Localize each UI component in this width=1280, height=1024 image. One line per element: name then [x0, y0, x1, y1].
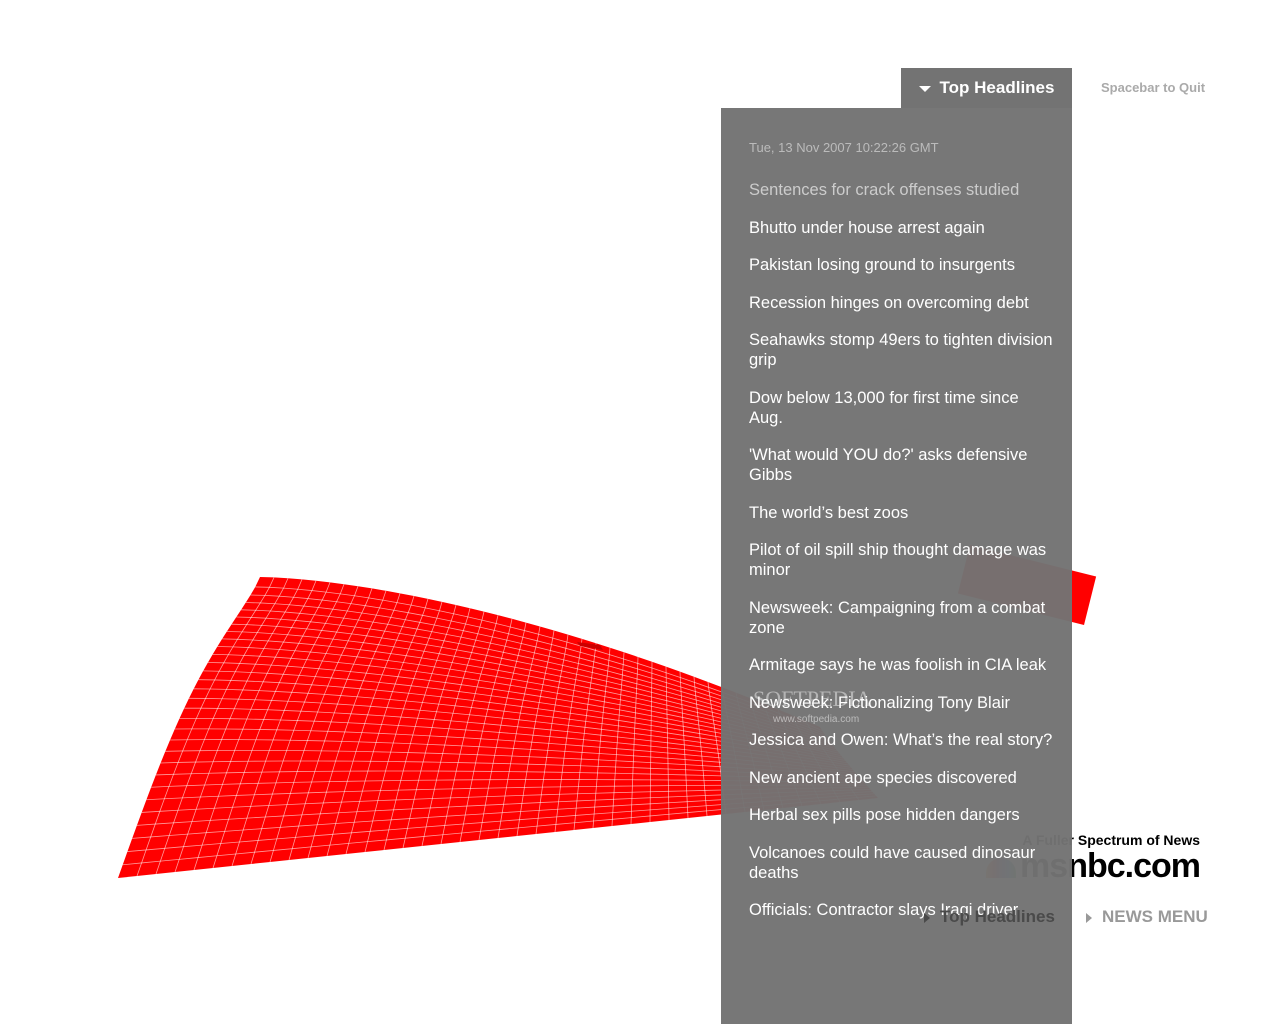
headline-item[interactable]: Herbal sex pills pose hidden dangers: [749, 805, 1054, 825]
headline-item[interactable]: Sentences for crack offenses studied: [749, 180, 1054, 200]
headline-item[interactable]: Pilot of oil spill ship thought damage w…: [749, 540, 1054, 580]
quit-hint: Spacebar to Quit: [1101, 80, 1206, 95]
headline-item[interactable]: Seahawks stomp 49ers to tighten division…: [749, 330, 1054, 370]
triangle-down-icon: [918, 85, 931, 92]
headlines-panel: Tue, 13 Nov 2007 10:22:26 GMT Sentences …: [721, 108, 1072, 1024]
headline-item[interactable]: Pakistan losing ground to insurgents: [749, 255, 1054, 275]
triangle-right-icon: [1086, 912, 1092, 923]
headline-item[interactable]: Armitage says he was foolish in CIA leak: [749, 655, 1054, 675]
news-menu-button[interactable]: NEWS MENU: [1086, 907, 1208, 927]
watermark: SOFTPEDIA: [753, 686, 872, 711]
footer-top-headlines[interactable]: Top Headlines: [924, 907, 1055, 927]
headline-item[interactable]: Recession hinges on overcoming debt: [749, 293, 1054, 313]
headline-item[interactable]: Jessica and Owen: What’s the real story?: [749, 730, 1054, 750]
headline-item[interactable]: 'What would YOU do?' asks defensive Gibb…: [749, 445, 1054, 485]
triangle-right-icon: [924, 912, 930, 923]
timestamp: Tue, 13 Nov 2007 10:22:26 GMT: [749, 140, 939, 155]
headline-item[interactable]: Volcanoes could have caused dinosaur dea…: [749, 843, 1054, 883]
headline-item[interactable]: Newsweek: Campaigning from a combat zone: [749, 598, 1054, 638]
nav-label: Top Headlines: [940, 907, 1055, 926]
top-headlines-tab[interactable]: Top Headlines: [901, 68, 1072, 108]
watermark-url: www.softpedia.com: [773, 714, 860, 725]
tab-label: Top Headlines: [939, 78, 1055, 97]
headline-item[interactable]: Bhutto under house arrest again: [749, 218, 1054, 238]
nav-label: NEWS MENU: [1102, 907, 1208, 926]
headline-item[interactable]: The world’s best zoos: [749, 503, 1054, 523]
headline-item[interactable]: Dow below 13,000 for first time since Au…: [749, 388, 1054, 428]
headline-item[interactable]: New ancient ape species discovered: [749, 768, 1054, 788]
headline-list: Sentences for crack offenses studied Bhut…: [749, 180, 1054, 938]
